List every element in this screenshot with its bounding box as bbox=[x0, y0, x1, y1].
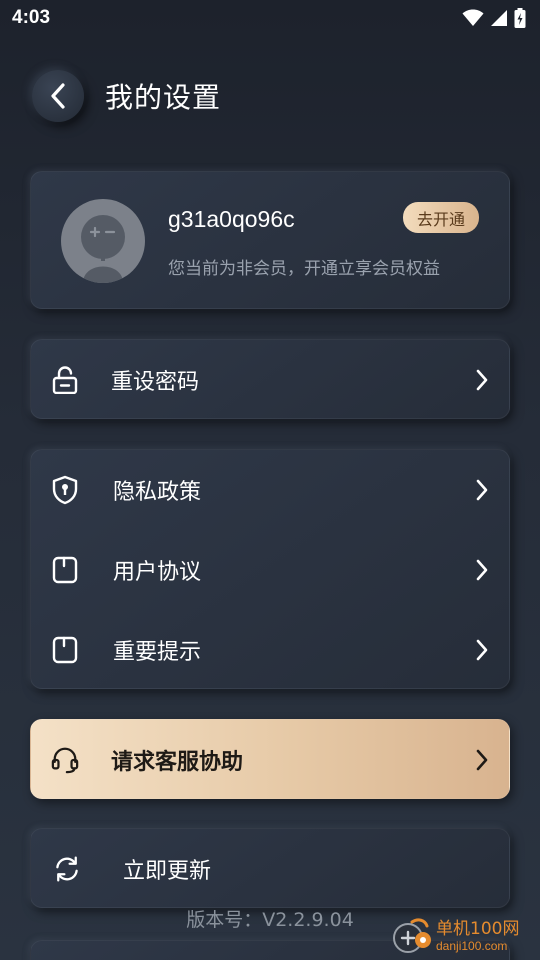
open-membership-button[interactable]: 去开通 bbox=[402, 202, 479, 233]
headset-icon bbox=[51, 746, 79, 774]
wifi-icon bbox=[462, 9, 484, 26]
back-button[interactable] bbox=[32, 70, 84, 122]
user-agreement-label: 用户协议 bbox=[113, 560, 202, 585]
signal-icon bbox=[491, 10, 507, 26]
header: 我的设置 bbox=[0, 66, 540, 126]
important-notice-label: 重要提示 bbox=[113, 640, 202, 665]
status-time: 4:03 bbox=[12, 7, 51, 28]
important-notice-row[interactable]: 重要提示 bbox=[31, 610, 511, 690]
chevron-right-icon bbox=[476, 639, 488, 661]
default-avatar-icon bbox=[61, 199, 145, 283]
watermark: 单机100网 danji100.com bbox=[392, 916, 519, 956]
shield-icon bbox=[51, 475, 79, 505]
reset-password-label: 重设密码 bbox=[111, 370, 200, 395]
chevron-right-icon bbox=[476, 369, 488, 391]
chevron-right-icon bbox=[476, 749, 488, 771]
update-now-label: 立即更新 bbox=[123, 859, 212, 884]
refresh-icon bbox=[53, 855, 81, 883]
watermark-logo-icon bbox=[392, 916, 432, 956]
privacy-policy-row[interactable]: 隐私政策 bbox=[31, 450, 511, 530]
watermark-name: 单机100网 bbox=[436, 918, 520, 939]
chevron-right-icon bbox=[476, 479, 488, 501]
reset-password-row[interactable]: 重设密码 bbox=[31, 340, 511, 420]
profile-card: g31a0qo96c 您当前为非会员，开通立享会员权益 去开通 bbox=[30, 171, 510, 309]
policy-card: 隐私政策 用户协议 重要提示 bbox=[30, 449, 510, 689]
customer-service-card: 请求客服协助 bbox=[30, 719, 510, 799]
member-status-text: 您当前为非会员，开通立享会员权益 bbox=[168, 259, 440, 279]
chevron-left-icon bbox=[51, 83, 65, 109]
update-card: 立即更新 bbox=[30, 828, 510, 908]
update-now-row[interactable]: 立即更新 bbox=[31, 829, 511, 909]
status-bar: 4:03 bbox=[0, 0, 540, 36]
battery-charging-icon bbox=[514, 8, 526, 28]
reset-password-card: 重设密码 bbox=[30, 339, 510, 419]
user-agreement-row[interactable]: 用户协议 bbox=[31, 530, 511, 610]
watermark-url: danji100.com bbox=[436, 938, 508, 953]
username: g31a0qo96c bbox=[168, 206, 295, 232]
customer-service-label: 请求客服协助 bbox=[111, 750, 244, 775]
privacy-policy-label: 隐私政策 bbox=[113, 480, 202, 505]
status-icons bbox=[462, 8, 526, 28]
document-icon bbox=[51, 556, 79, 584]
document-icon bbox=[51, 636, 79, 664]
page-title: 我的设置 bbox=[105, 81, 222, 114]
chevron-right-icon bbox=[476, 559, 488, 581]
unlock-icon bbox=[51, 366, 79, 394]
customer-service-row[interactable]: 请求客服协助 bbox=[31, 720, 511, 800]
